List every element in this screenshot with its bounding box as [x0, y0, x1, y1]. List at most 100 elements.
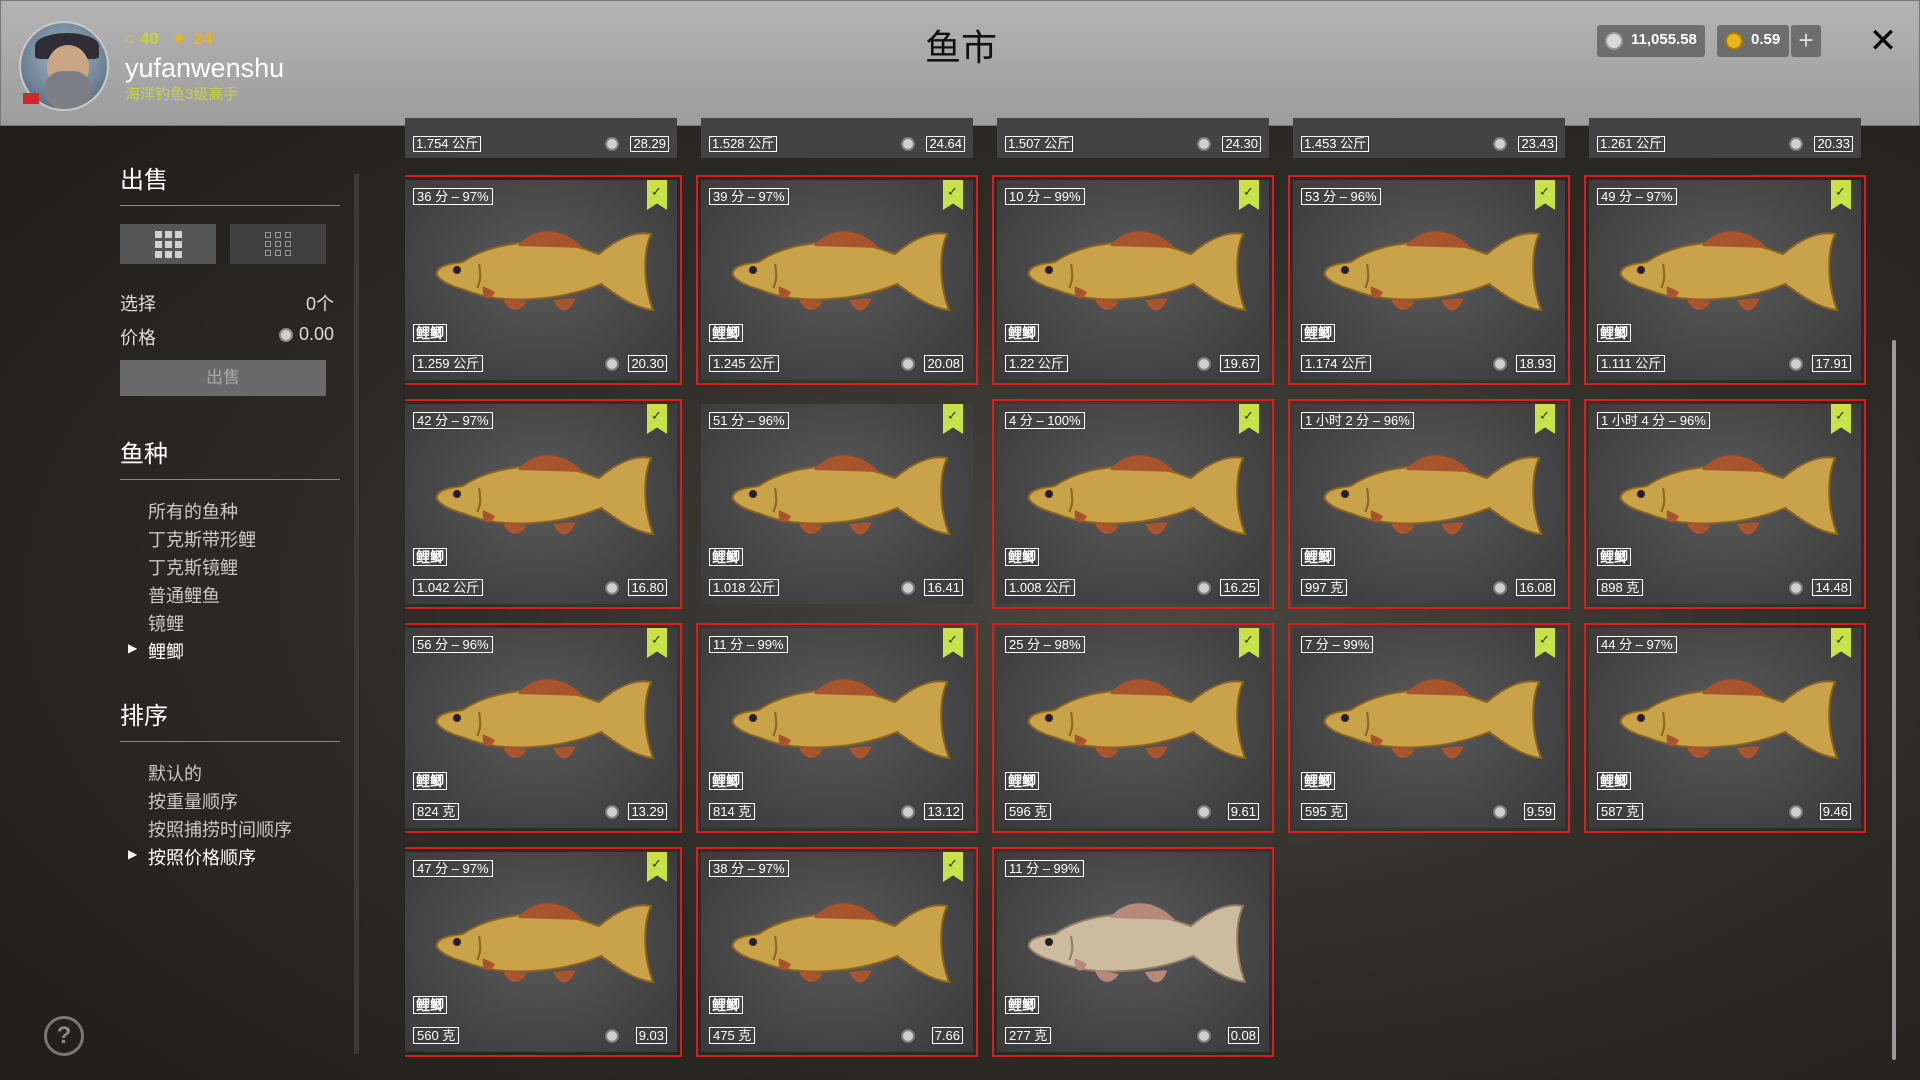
fish-price: 18.93	[1516, 355, 1555, 372]
fish-card[interactable]: 36 分 – 97% 鲤鲫 1.259 公斤 20.30	[405, 175, 682, 385]
fish-card[interactable]: 11 分 – 99% 鲤鲫 277 克 0.08	[992, 847, 1274, 1057]
checkmark-bookmark-icon[interactable]	[1831, 628, 1851, 658]
scrollbar[interactable]	[1892, 340, 1896, 1060]
checkmark-bookmark-icon[interactable]	[1535, 628, 1555, 658]
species-section-title: 鱼种	[120, 441, 168, 468]
sidebar-divider	[354, 174, 359, 1054]
catch-time-quality: 4 分 – 100%	[1005, 412, 1085, 429]
selected-count-row: 选择 0个	[120, 290, 340, 316]
fish-weight: 596 克	[1005, 803, 1052, 820]
help-button[interactable]: ?	[44, 1016, 84, 1056]
fish-weight: 824 克	[413, 803, 460, 820]
fish-grid: 1.754 公斤 28.29 1.528 公斤 24.64 1.507 公斤 24.30 1…	[405, 118, 1875, 1080]
checkmark-bookmark-icon[interactable]	[1239, 180, 1259, 210]
silver-coin-icon	[1197, 805, 1211, 819]
fish-card[interactable]: 44 分 – 97% 鲤鲫 587 克 9.46	[1584, 623, 1866, 833]
checkmark-bookmark-icon[interactable]	[647, 852, 667, 882]
fish-weight: 1.754 公斤	[413, 136, 482, 152]
species-item[interactable]: 丁克斯镜鲤	[148, 554, 340, 582]
catch-time-quality: 11 分 – 99%	[1005, 860, 1084, 877]
checkmark-bookmark-icon[interactable]	[647, 628, 667, 658]
fish-species: 鲤鲫	[1005, 324, 1039, 342]
small-grid-view-button[interactable]	[230, 224, 326, 264]
fish-card-partial[interactable]: 1.453 公斤 23.43	[1293, 118, 1565, 158]
fish-card[interactable]: 56 分 – 96% 鲤鲫 824 克 13.29	[405, 623, 682, 833]
fish-species: 鲤鲫	[413, 772, 447, 790]
silver-coin-icon	[278, 328, 293, 342]
fish-species: 鲤鲫	[1597, 772, 1631, 790]
fish-card-partial[interactable]: 1.507 公斤 24.30	[997, 118, 1269, 158]
fish-weight: 1.259 公斤	[413, 355, 484, 372]
total-price-row: 价格 0.00	[120, 324, 340, 350]
fish-card[interactable]: 39 分 – 97% 鲤鲫 1.245 公斤 20.08	[696, 175, 978, 385]
large-grid-view-button[interactable]	[120, 224, 216, 264]
fish-card[interactable]: 49 分 – 97% 鲤鲫 1.111 公斤 17.91	[1584, 175, 1866, 385]
sell-button[interactable]: 出售	[120, 360, 326, 396]
fish-card[interactable]: 1 小时 2 分 – 96% 鲤鲫 997 克 16.08	[1288, 399, 1570, 609]
close-button[interactable]: ✕	[1863, 21, 1903, 61]
price-label: 价格	[120, 328, 156, 348]
catch-time-quality: 53 分 – 96%	[1301, 188, 1381, 205]
silver-coin-icon	[1197, 581, 1211, 595]
fish-card[interactable]: 47 分 – 97% 鲤鲫 560 克 9.03	[405, 847, 682, 1057]
select-label: 选择	[120, 294, 156, 314]
checkmark-bookmark-icon[interactable]	[1831, 180, 1851, 210]
fish-price: 14.48	[1812, 579, 1851, 596]
fish-card[interactable]: 25 分 – 98% 鲤鲫 596 克 9.61	[992, 623, 1274, 833]
species-item[interactable]: 鲤鲫	[128, 638, 340, 666]
species-item[interactable]: 丁克斯带形鲤	[148, 526, 340, 554]
fish-card-partial[interactable]: 1.261 公斤 20.33	[1589, 118, 1861, 158]
fish-card[interactable]: 42 分 – 97% 鲤鲫 1.042 公斤 16.80	[405, 399, 682, 609]
checkmark-bookmark-icon[interactable]	[1239, 628, 1259, 658]
checkmark-bookmark-icon[interactable]	[943, 628, 963, 658]
fish-weight: 997 克	[1301, 579, 1348, 596]
fish-card-partial[interactable]: 1.754 公斤 28.29	[405, 118, 677, 158]
add-currency-button[interactable]: +	[1791, 25, 1821, 57]
silver-coin-icon	[901, 581, 915, 595]
sort-item[interactable]: 按重量顺序	[148, 788, 340, 816]
fish-species: 鲤鲫	[1005, 772, 1039, 790]
fish-image	[731, 455, 951, 536]
silver-coin-icon	[1493, 357, 1507, 371]
sort-item[interactable]: 按照捕捞时间顺序	[148, 816, 340, 844]
fish-species: 鲤鲫	[1005, 548, 1039, 566]
fish-price: 9.61	[1227, 803, 1259, 820]
gold-coin-icon	[1725, 32, 1743, 50]
checkmark-bookmark-icon[interactable]	[1831, 404, 1851, 434]
checkmark-bookmark-icon[interactable]	[1535, 404, 1555, 434]
fish-card-partial[interactable]: 1.528 公斤 24.64	[701, 118, 973, 158]
fish-card[interactable]: 10 分 – 99% 鲤鲫 1.22 公斤 19.67	[992, 175, 1274, 385]
fish-image	[1619, 231, 1839, 312]
checkmark-bookmark-icon[interactable]	[647, 180, 667, 210]
fish-card[interactable]: 7 分 – 99% 鲤鲫 595 克 9.59	[1288, 623, 1570, 833]
species-item[interactable]: 所有的鱼种	[148, 498, 340, 526]
silver-coin-icon	[901, 805, 915, 819]
checkmark-bookmark-icon[interactable]	[943, 180, 963, 210]
fish-image	[435, 903, 655, 984]
checkmark-bookmark-icon[interactable]	[647, 404, 667, 434]
checkmark-bookmark-icon[interactable]	[1239, 404, 1259, 434]
fish-species: 鲤鲫	[413, 548, 447, 566]
checkmark-bookmark-icon[interactable]	[943, 852, 963, 882]
sort-item[interactable]: 按照价格顺序	[128, 844, 340, 872]
fish-image	[1323, 231, 1543, 312]
fish-species: 鲤鲫	[1597, 548, 1631, 566]
fish-card[interactable]: 51 分 – 96% 鲤鲫 1.018 公斤 16.41	[701, 404, 973, 604]
species-item[interactable]: 镜鲤	[148, 610, 340, 638]
fish-card[interactable]: 38 分 – 97% 鲤鲫 475 克 7.66	[696, 847, 978, 1057]
fish-card[interactable]: 1 小时 4 分 – 96% 鲤鲫 898 克 14.48	[1584, 399, 1866, 609]
silver-value: 11,055.58	[1631, 31, 1697, 48]
fish-species: 鲤鲫	[413, 324, 447, 342]
fish-card[interactable]: 4 分 – 100% 鲤鲫 1.008 公斤 16.25	[992, 399, 1274, 609]
species-item[interactable]: 普通鲤鱼	[148, 582, 340, 610]
fish-image	[1323, 455, 1543, 536]
fish-weight: 1.008 公斤	[1005, 579, 1076, 596]
fish-image	[1323, 679, 1543, 760]
checkmark-bookmark-icon[interactable]	[943, 404, 963, 434]
checkmark-bookmark-icon[interactable]	[1535, 180, 1555, 210]
silver-coin-icon	[901, 357, 915, 371]
fish-card[interactable]: 53 分 – 96% 鲤鲫 1.174 公斤 18.93	[1288, 175, 1570, 385]
sort-item[interactable]: 默认的	[148, 760, 340, 788]
fish-card[interactable]: 11 分 – 99% 鲤鲫 814 克 13.12	[696, 623, 978, 833]
catch-time-quality: 47 分 – 97%	[413, 860, 493, 877]
